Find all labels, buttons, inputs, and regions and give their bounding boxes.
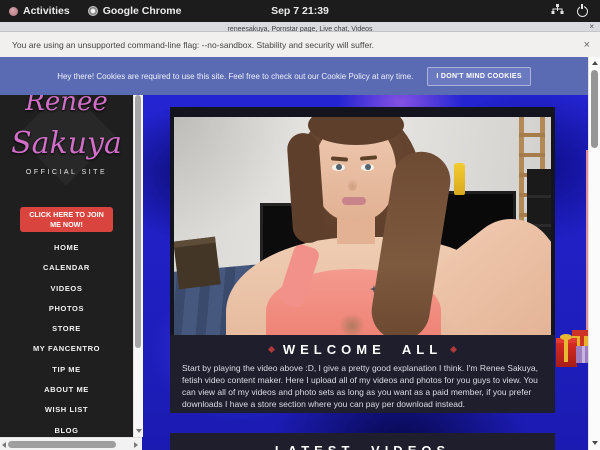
welcome-heading: WELCOME ALL <box>170 342 555 357</box>
sidebar-item-blog[interactable]: BLOG <box>0 421 133 437</box>
sidebar-vertical-scrollbar[interactable] <box>133 95 143 437</box>
clock-label: Sep 7 21:39 <box>271 5 329 17</box>
network-icon[interactable] <box>551 4 564 18</box>
scroll-left-arrow-icon[interactable] <box>2 442 6 448</box>
sidebar-item-home[interactable]: HOME <box>0 238 133 258</box>
sidebar-item-about-me[interactable]: ABOUT ME <box>0 380 133 400</box>
tab-close-icon[interactable]: × <box>589 22 594 31</box>
photo-eye-left <box>332 164 345 171</box>
sidebar-item-tip-me[interactable]: TIP ME <box>0 360 133 380</box>
site-logo[interactable]: Renee Sakuya <box>0 95 133 159</box>
scroll-right-arrow-icon[interactable] <box>134 442 138 448</box>
latest-videos-heading: LATEST VIDEOS <box>170 443 555 450</box>
scroll-down-arrow-icon[interactable] <box>136 429 142 433</box>
cookie-message: Hey there! Cookies are required to use t… <box>57 72 413 81</box>
sidebar-item-calendar[interactable]: CALENDAR <box>0 258 133 278</box>
scroll-down-arrow-icon[interactable] <box>592 441 598 445</box>
webpage: Hey there! Cookies are required to use t… <box>0 57 600 450</box>
browser-infobar: You are using an unsupported command-lin… <box>0 32 600 58</box>
infobar-close-icon[interactable]: × <box>584 39 600 51</box>
welcome-section: WELCOME ALL Start by playing the video a… <box>170 335 555 413</box>
photo-lips <box>342 197 366 205</box>
browser-tab-strip: reneesakuya, Pornstar page, Live chat, V… <box>0 22 600 32</box>
gifts-widget[interactable] <box>554 326 588 366</box>
sidebar-horizontal-scrollbar[interactable] <box>0 437 142 450</box>
content-panel: WELCOME ALL Start by playing the video a… <box>170 107 555 413</box>
desktop-screen: Activities Google Chrome Sep 7 21:39 ren… <box>0 0 600 450</box>
cookie-banner: Hey there! Cookies are required to use t… <box>0 57 588 95</box>
activities-label: Activities <box>23 5 70 17</box>
photo-box <box>174 237 221 290</box>
video-player[interactable] <box>174 117 551 335</box>
sidebar-menu: HOME CALENDAR VIDEOS PHOTOS STORE MY FAN… <box>0 238 133 437</box>
gift-icon <box>576 346 588 363</box>
logo-line2: Sakuya <box>0 129 133 159</box>
photo-nose <box>348 177 357 191</box>
welcome-paragraph: Start by playing the video above :D, I g… <box>182 362 543 410</box>
photo-shading <box>339 313 365 335</box>
power-icon[interactable] <box>577 6 588 17</box>
sidebar-item-photos[interactable]: PHOTOS <box>0 299 133 319</box>
app-menu-label: Google Chrome <box>103 5 182 17</box>
join-button[interactable]: CLICK HERE TO JOIN ME NOW! <box>20 207 113 232</box>
system-tray <box>551 4 600 18</box>
page-scrollbar-thumb[interactable] <box>591 70 598 148</box>
latest-videos-section: LATEST VIDEOS <box>170 433 555 450</box>
logo-line1: Renee <box>0 95 133 115</box>
horizontal-scrollbar-thumb[interactable] <box>8 441 116 448</box>
sidebar-item-wish-list[interactable]: WISH LIST <box>0 400 133 420</box>
photo-bottle <box>454 163 465 195</box>
sidebar: Renee Sakuya OFFICIAL SITE CLICK HERE TO… <box>0 95 133 437</box>
star-icon <box>450 346 457 353</box>
welcome-title: WELCOME ALL <box>283 342 442 357</box>
gift-icon <box>556 338 577 367</box>
recording-indicator-icon <box>9 7 18 16</box>
app-menu-button[interactable]: Google Chrome <box>79 0 191 22</box>
vertical-scrollbar-thumb[interactable] <box>135 95 141 348</box>
photo-eye-right <box>361 164 374 171</box>
scroll-up-arrow-icon[interactable] <box>592 61 598 65</box>
latest-videos-title: LATEST VIDEOS <box>275 443 450 450</box>
star-icon <box>268 346 275 353</box>
main-content-background: WELCOME ALL Start by playing the video a… <box>142 95 588 450</box>
page-scrollbar[interactable] <box>588 57 600 450</box>
activities-button[interactable]: Activities <box>0 0 79 22</box>
accept-cookies-button[interactable]: I DON'T MIND COOKIES <box>427 67 530 86</box>
sidebar-item-videos[interactable]: VIDEOS <box>0 279 133 299</box>
chrome-icon <box>88 6 98 16</box>
sidebar-item-store[interactable]: STORE <box>0 319 133 339</box>
infobar-message: You are using an unsupported command-lin… <box>0 40 374 50</box>
sidebar-item-my-fancentro[interactable]: MY FANCENTRO <box>0 339 133 359</box>
site-tagline: OFFICIAL SITE <box>0 169 133 176</box>
